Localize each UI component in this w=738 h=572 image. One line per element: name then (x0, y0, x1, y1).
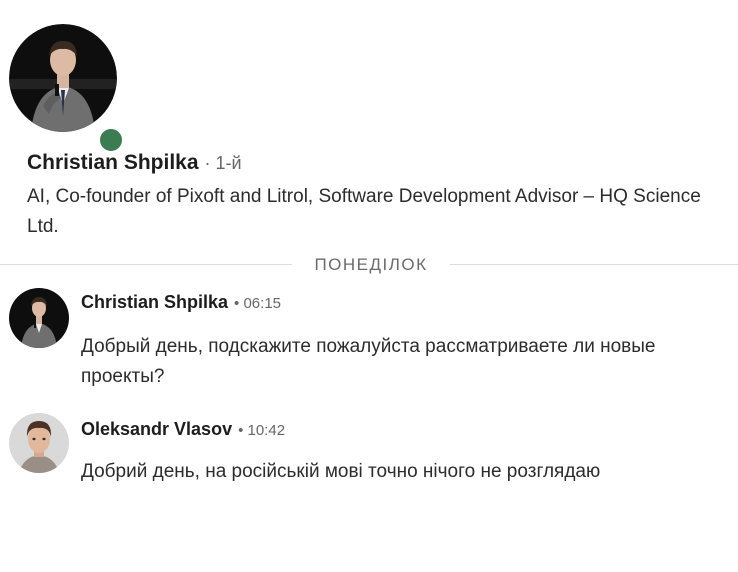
divider-line (0, 264, 292, 265)
message-time: • 06:15 (234, 295, 282, 312)
date-divider: ПОНЕДІЛОК (0, 255, 738, 275)
message-text: Добрый день, подскажите пожалуйста рассм… (81, 336, 656, 387)
message-item: Oleksandr Vlasov • 10:42 Добрий день, на… (0, 413, 738, 519)
profile-name[interactable]: Christian Shpilka (27, 151, 199, 175)
profile-avatar[interactable] (9, 24, 125, 154)
sender-name[interactable]: Christian Shpilka (81, 292, 228, 313)
date-divider-label: ПОНЕДІЛОК (314, 255, 428, 274)
message-time: • 10:42 (238, 422, 286, 439)
messaging-thread: Christian Shpilka · 1-й AI, Co-founder o… (0, 0, 738, 572)
profile-photo (9, 24, 117, 132)
message-header: Christian Shpilka • 06:15 (81, 292, 281, 313)
connection-degree: · 1-й (204, 153, 242, 173)
message-header: Oleksandr Vlasov • 10:42 (81, 419, 285, 440)
profile-headline: AI, Co-founder of Pixoft and Litrol, Sof… (27, 186, 701, 237)
online-status-dot (97, 126, 125, 154)
sender-name[interactable]: Oleksandr Vlasov (81, 419, 232, 440)
sender-photo (9, 288, 69, 348)
message-text: Добрий день, на російській мові точно ні… (81, 461, 601, 482)
message-item: Christian Shpilka • 06:15 Добрый день, п… (0, 288, 738, 392)
divider-line (450, 264, 738, 265)
sender-photo (9, 413, 69, 473)
profile-name-row: Christian Shpilka · 1-й (27, 151, 242, 175)
sender-avatar[interactable] (9, 288, 69, 348)
sender-avatar[interactable] (9, 413, 69, 473)
